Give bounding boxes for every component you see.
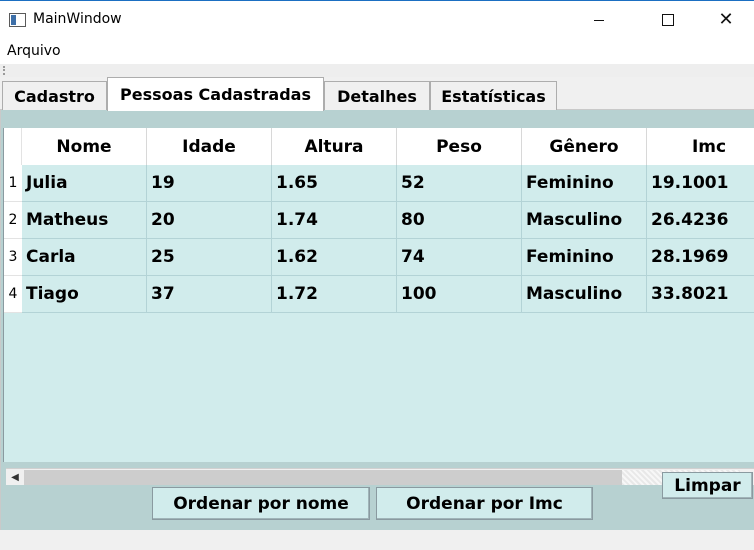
people-data-grid[interactable]: Nome Idade Altura Peso Gênero Imc 1 Juli… [3,128,754,485]
sort-by-name-button[interactable]: Ordenar por nome [152,487,370,520]
tab-detalhes[interactable]: Detalhes [324,81,430,110]
column-header-nome[interactable]: Nome [22,128,147,165]
toolbar-grip-handle[interactable] [3,66,5,75]
window-title: MainWindow [33,11,122,27]
title-bar: MainWindow ✕ [0,0,754,38]
cell-peso[interactable]: 80 [397,202,522,239]
scrollbar-thumb[interactable] [24,470,622,485]
cell-altura[interactable]: 1.62 [272,239,397,276]
cell-idade[interactable]: 25 [147,239,272,276]
tab-strip: Cadastro Pessoas Cadastradas Detalhes Es… [0,77,754,111]
close-button[interactable]: ✕ [703,1,749,39]
table-row[interactable]: 2 Matheus 20 1.74 80 Masculino 26.4236 [4,202,754,239]
sort-by-imc-button[interactable]: Ordenar por Imc [376,487,593,520]
cell-nome[interactable]: Carla [22,239,147,276]
table-row[interactable]: 3 Carla 25 1.62 74 Feminino 28.1969 [4,239,754,276]
cell-genero[interactable]: Feminino [522,239,647,276]
minimize-icon [594,19,604,21]
column-header-peso[interactable]: Peso [397,128,522,165]
column-header-altura[interactable]: Altura [272,128,397,165]
cell-nome[interactable]: Matheus [22,202,147,239]
scroll-left-icon[interactable]: ◀ [6,469,24,486]
grid-corner-cell[interactable] [4,128,22,165]
limpar-button[interactable]: Limpar [662,472,753,499]
cell-imc[interactable]: 28.1969 [647,239,754,276]
cell-peso[interactable]: 100 [397,276,522,313]
cell-genero[interactable]: Masculino [522,202,647,239]
toolbar-strip [0,64,754,77]
table-row[interactable]: 4 Tiago 37 1.72 100 Masculino 33.8021 [4,276,754,313]
cell-idade[interactable]: 19 [147,165,272,202]
cell-nome[interactable]: Julia [22,165,147,202]
row-header[interactable]: 4 [4,276,22,313]
row-header[interactable]: 3 [4,239,22,276]
menu-item-arquivo[interactable]: Arquivo [7,43,61,59]
column-header-genero[interactable]: Gênero [522,128,647,165]
column-header-imc[interactable]: Imc [647,128,754,165]
table-row[interactable]: 1 Julia 19 1.65 52 Feminino 19.1001 [4,165,754,202]
row-header[interactable]: 1 [4,165,22,202]
maximize-icon [662,14,674,26]
maximize-button[interactable] [645,1,691,39]
row-header[interactable]: 2 [4,202,22,239]
column-header-idade[interactable]: Idade [147,128,272,165]
cell-imc[interactable]: 26.4236 [647,202,754,239]
close-icon: ✕ [718,9,734,30]
tab-pessoas-cadastradas[interactable]: Pessoas Cadastradas [107,77,324,111]
cell-altura[interactable]: 1.72 [272,276,397,313]
tab-estatisticas[interactable]: Estatísticas [430,81,557,110]
horizontal-scrollbar[interactable]: ◀ ▶ [6,468,754,485]
pessoas-panel: Nome Idade Altura Peso Gênero Imc 1 Juli… [0,110,754,530]
cell-imc[interactable]: 19.1001 [647,165,754,202]
grid-header-row: Nome Idade Altura Peso Gênero Imc [4,128,754,165]
menu-bar: Arquivo [0,38,754,64]
cell-idade[interactable]: 20 [147,202,272,239]
cell-peso[interactable]: 74 [397,239,522,276]
cell-imc[interactable]: 33.8021 [647,276,754,313]
cell-genero[interactable]: Feminino [522,165,647,202]
cell-altura[interactable]: 1.74 [272,202,397,239]
cell-genero[interactable]: Masculino [522,276,647,313]
cell-idade[interactable]: 37 [147,276,272,313]
tab-cadastro[interactable]: Cadastro [2,81,107,110]
cell-nome[interactable]: Tiago [22,276,147,313]
cell-altura[interactable]: 1.65 [272,165,397,202]
minimize-button[interactable] [576,1,622,39]
cell-peso[interactable]: 52 [397,165,522,202]
status-bar [0,530,754,550]
app-window-icon [9,13,26,27]
